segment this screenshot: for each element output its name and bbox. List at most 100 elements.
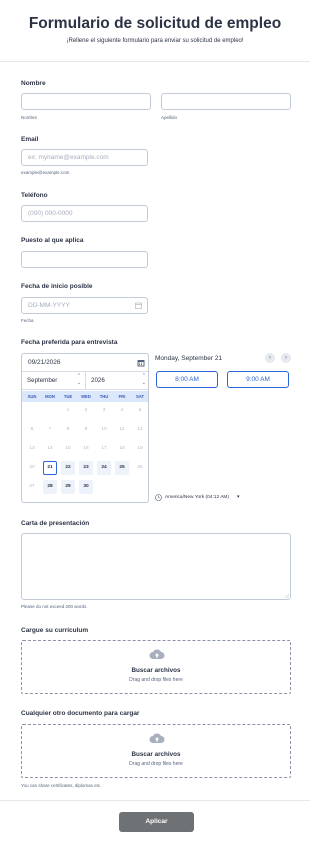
timezone-value: America/New York (04:12 AM) xyxy=(165,495,229,500)
calendar-day: 14 xyxy=(47,446,53,451)
cover-letter-textarea[interactable] xyxy=(21,533,291,600)
weekday-tue: TUE xyxy=(63,394,73,399)
weekday-fri: FRI xyxy=(118,394,126,399)
calendar-day[interactable]: 24 xyxy=(97,461,111,475)
interview-label: Fecha preferida para entrevista xyxy=(21,339,118,346)
spinner-icon[interactable]: ⌃ ⌄ xyxy=(77,373,81,387)
selected-day-heading: Monday, September 21 xyxy=(155,355,223,362)
calendar-day[interactable]: 29 xyxy=(61,480,75,494)
resume-label: Cargue su currículum xyxy=(21,627,89,634)
month-select[interactable]: September ⌃ ⌄ xyxy=(22,372,86,390)
weekday-sat: SAT xyxy=(135,394,145,399)
calendar-day[interactable]: 30 xyxy=(79,480,93,494)
calendar-day[interactable]: 22 xyxy=(61,461,75,475)
calendar-icon[interactable] xyxy=(135,302,142,309)
last-name-sublabel: Apellido xyxy=(161,115,178,120)
position-label: Puesto al que aplica xyxy=(21,237,84,244)
calendar-day: 13 xyxy=(29,446,35,451)
calendar-day: 6 xyxy=(30,427,34,432)
calendar-day: 8 xyxy=(66,427,70,432)
calendar-day: 10 xyxy=(101,427,107,432)
calendar-day xyxy=(25,404,39,418)
calendar-day[interactable]: 28 xyxy=(43,480,57,494)
start-date-placeholder: DD-MM-YYYY xyxy=(28,302,70,309)
calendar-day: 18 xyxy=(119,446,125,451)
weekday-sun: SUN xyxy=(27,394,37,399)
calendar-day: 1 xyxy=(66,408,70,413)
time-slot-button[interactable]: 9:00 AM xyxy=(227,371,289,388)
calendar-day: 4 xyxy=(120,408,124,413)
phone-field[interactable]: (000) 000-0000 xyxy=(21,205,148,222)
month-value: September xyxy=(27,377,58,384)
weekday-wed: WED xyxy=(81,394,91,399)
start-date-label: Fecha de inicio posible xyxy=(21,283,93,290)
calendar-day: 7 xyxy=(48,427,52,432)
calendar-day: 15 xyxy=(65,446,71,451)
calendar-day[interactable]: 25 xyxy=(115,461,129,475)
weekday-mon: MON xyxy=(45,394,55,399)
other-docs-label: Cualquier otro documento para cargar xyxy=(21,710,140,717)
calendar-day: 9 xyxy=(84,427,88,432)
calendar-day: 20 xyxy=(29,465,35,470)
last-name-input[interactable] xyxy=(161,93,291,110)
interview-calendar: 09/21/2026 September ⌃ ⌄ 2026 ⌃ ⌄ SUN MON … xyxy=(21,353,149,503)
cloud-upload-icon xyxy=(149,649,165,659)
email-label: Email xyxy=(21,136,39,143)
year-select[interactable]: 2026 ⌃ ⌄ xyxy=(86,372,148,390)
email-field[interactable]: ex: myname@example.com xyxy=(21,149,148,166)
other-docs-upload-dropzone[interactable]: Buscar archivos Drag and drop files here xyxy=(21,724,291,778)
calendar-day: 16 xyxy=(83,446,89,451)
date-input-row[interactable]: 09/21/2026 xyxy=(22,354,148,372)
email-sublabel: example@example.com xyxy=(21,170,70,175)
weekday-header: SUN MON TUE WED THU FRI SAT xyxy=(22,391,148,402)
name-label: Nombre xyxy=(21,80,46,87)
cover-letter-label: Carta de presentación xyxy=(21,520,90,527)
calendar-day xyxy=(115,480,129,494)
prev-day-button[interactable]: ‹ xyxy=(265,353,275,363)
calendar-day xyxy=(43,404,57,418)
globe-icon xyxy=(155,494,162,501)
cloud-upload-icon xyxy=(149,733,165,743)
interview-date-value: 09/21/2026 xyxy=(28,359,61,366)
email-placeholder: ex: myname@example.com xyxy=(28,154,109,161)
position-field[interactable] xyxy=(21,251,148,268)
time-slot-button[interactable]: 8:00 AM xyxy=(156,371,218,388)
weekday-thu: THU xyxy=(99,394,109,399)
form-header: Formulario de solicitud de empleo ¡Relle… xyxy=(0,0,310,62)
cover-letter-sublabel: Please do not exceed 200 words. xyxy=(21,604,88,609)
first-name-input[interactable] xyxy=(21,93,151,110)
drag-drop-hint: Drag and drop files here xyxy=(129,761,183,767)
calendar-day: 2 xyxy=(84,408,88,413)
calendar-day: 27 xyxy=(29,484,35,489)
next-day-button[interactable]: › xyxy=(281,353,291,363)
year-value: 2026 xyxy=(91,377,105,384)
calendar-day[interactable]: 23 xyxy=(79,461,93,475)
browse-files-button[interactable]: Buscar archivos xyxy=(22,667,290,674)
calendar-day: 26 xyxy=(137,465,143,470)
form-title: Formulario de solicitud de empleo xyxy=(28,15,282,32)
other-docs-sublabel: You can share certificates, diplomas etc… xyxy=(21,783,102,788)
calendar-day-selected[interactable]: 21 xyxy=(43,461,57,475)
spinner-icon[interactable]: ⌃ ⌄ xyxy=(142,373,146,387)
calendar-day: 12 xyxy=(137,427,143,432)
calendar-day: 3 xyxy=(102,408,106,413)
drag-drop-hint: Drag and drop files here xyxy=(129,677,183,683)
form-subtitle: ¡Rellene el siguiente formulario para en… xyxy=(66,38,244,44)
phone-placeholder: (000) 000-0000 xyxy=(28,210,73,217)
browse-files-button[interactable]: Buscar archivos xyxy=(22,751,290,758)
calendar-day: 17 xyxy=(101,446,107,451)
calendar-icon[interactable] xyxy=(137,359,145,367)
calendar-day: 5 xyxy=(138,408,142,413)
start-date-sublabel: Fecha xyxy=(21,318,34,323)
submit-button[interactable]: Aplicar xyxy=(119,812,194,832)
resume-upload-dropzone[interactable]: Buscar archivos Drag and drop files here xyxy=(21,640,291,694)
start-date-field[interactable]: DD-MM-YYYY xyxy=(21,297,148,314)
calendar-day xyxy=(97,480,111,494)
calendar-day: 11 xyxy=(119,427,125,432)
month-year-row: September ⌃ ⌄ 2026 ⌃ ⌄ xyxy=(22,372,148,390)
phone-label: Teléfono xyxy=(21,192,48,199)
chevron-left-icon: ‹ xyxy=(269,355,271,361)
calendar-day: 19 xyxy=(137,446,143,451)
resize-handle-icon[interactable] xyxy=(285,594,289,598)
chevron-right-icon: › xyxy=(285,355,287,361)
